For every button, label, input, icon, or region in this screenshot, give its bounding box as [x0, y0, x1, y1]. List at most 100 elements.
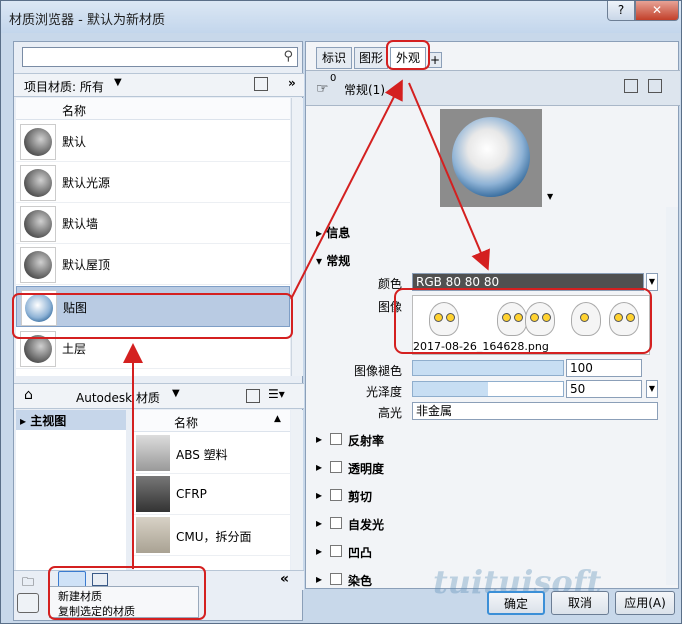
expand-icon[interactable]: » [288, 76, 296, 90]
glossiness-label: 光泽度 [365, 385, 402, 399]
transparency-checkbox[interactable] [330, 461, 342, 473]
asset-header: ☞ 0 常规(1) [306, 70, 680, 106]
section-label: 自发光 [348, 518, 385, 532]
material-name: CFRP [176, 487, 207, 501]
tint-checkbox[interactable] [330, 573, 342, 585]
material-name: 默认屋顶 [62, 258, 111, 272]
list-header: 名称 [16, 98, 290, 120]
cutout-checkbox[interactable] [330, 489, 342, 501]
list-item[interactable]: 土层 [16, 328, 290, 369]
column-header-name[interactable]: 名称 [174, 414, 198, 431]
material-name: 默认墙 [62, 217, 99, 231]
material-thumbnail [20, 165, 56, 201]
image-filename: 2017-08-26_164628.png [413, 340, 549, 353]
tree-item-label: 主视图 [30, 414, 67, 428]
material-list-panel: ⚲ 项目材质: 所有 ▼ » 名称 默认 默认光源 默认墙 默认屋顶 贴图 土层… [13, 41, 304, 621]
help-button[interactable]: ? [607, 1, 635, 21]
chevron-down-icon[interactable]: ▼ [172, 388, 180, 399]
project-filter-dropdown[interactable]: 项目材质: 所有 [24, 78, 104, 95]
image-fade-slider[interactable] [412, 360, 564, 376]
tab-appearance[interactable]: 外观 [390, 47, 426, 69]
view-toggle-icon[interactable] [254, 77, 268, 91]
section-cutout[interactable]: ▸ [316, 488, 322, 502]
editor-toggle-icon[interactable] [92, 573, 108, 586]
search-input[interactable]: ⚲ [22, 47, 298, 67]
duplicate-asset-icon[interactable] [648, 79, 662, 93]
project-material-list: 名称 默认 默认光源 默认墙 默认屋顶 贴图 土层 [16, 98, 290, 376]
scrollbar[interactable] [291, 410, 303, 570]
material-thumbnail [136, 476, 170, 512]
glossiness-slider[interactable] [412, 381, 564, 397]
section-info[interactable]: ▸ 信息 [316, 224, 350, 241]
menu-item-duplicate-material[interactable]: 复制选定的材质 [58, 603, 135, 619]
list-item[interactable]: CFRP [134, 474, 290, 515]
chevron-down-icon[interactable]: ▼ [547, 192, 553, 201]
image-thumbnail[interactable]: 2017-08-26_164628.png [412, 295, 650, 355]
scrollbar[interactable] [291, 98, 303, 376]
material-thumbnail [20, 247, 56, 283]
material-name: CMU，拆分面 [176, 530, 252, 544]
cancel-button[interactable]: 取消 [551, 591, 609, 615]
material-name: 默认 [62, 135, 87, 149]
sort-icon[interactable]: ▲ [274, 414, 281, 424]
menu-item-new-material[interactable]: 新建材质 [58, 588, 102, 604]
list-item[interactable]: 默认墙 [16, 203, 290, 244]
scrollbar[interactable] [666, 207, 678, 585]
collapse-icon[interactable]: « [280, 571, 289, 587]
section-label: 剪切 [348, 490, 373, 504]
library-path[interactable]: Autodesk 材质 [76, 389, 160, 406]
highlight-select[interactable]: 非金属 [412, 402, 658, 420]
section-reflectivity[interactable]: ▸ [316, 432, 322, 446]
project-materials-bar: 项目材质: 所有 ▼ » [14, 73, 304, 97]
section-bump[interactable]: ▸ [316, 544, 322, 558]
section-label: 染色 [348, 574, 373, 588]
list-item[interactable]: CMU，拆分面 [134, 515, 290, 556]
material-editor-panel: 标识 图形 外观 + ☞ 0 常规(1) ▼ ▸ 信息 ▾ 常规 颜色 RGB … [305, 41, 680, 589]
tab-graphics[interactable]: 图形 [354, 47, 388, 69]
reflectivity-checkbox[interactable] [330, 433, 342, 445]
tree-item-home[interactable]: ▸ 主视图 [16, 410, 126, 430]
material-name: 贴图 [63, 301, 88, 315]
image-label: 图像 [377, 300, 402, 314]
list-view-icon[interactable]: ☰▾ [268, 387, 285, 401]
list-item[interactable]: 默认光源 [16, 162, 290, 203]
material-name: 默认光源 [62, 176, 111, 190]
close-button[interactable]: ✕ [635, 1, 679, 21]
material-thumbnail [136, 435, 170, 471]
glossiness-field[interactable]: 50 [566, 380, 642, 398]
material-thumbnail [20, 124, 56, 160]
ok-button[interactable]: 确定 [487, 591, 545, 615]
image-fade-label: 图像褪色 [353, 364, 402, 378]
folder-icon[interactable]: 🗀 [22, 573, 34, 594]
tab-identity[interactable]: 标识 [316, 47, 352, 69]
list-item-selected[interactable]: 贴图 [16, 286, 290, 327]
material-preview[interactable] [440, 109, 542, 207]
section-general[interactable]: ▾ 常规 [316, 252, 350, 269]
title-bar: 材质浏览器 - 默认为新材质 ? ✕ [1, 1, 681, 33]
chevron-down-icon[interactable]: ▼ [646, 380, 658, 398]
section-transparency[interactable]: ▸ [316, 460, 322, 474]
chevron-down-icon[interactable]: ▼ [114, 77, 122, 88]
section-self-illumination[interactable]: ▸ [316, 516, 322, 530]
section-label: 常规 [326, 254, 351, 268]
section-label: 凹凸 [348, 546, 373, 560]
self-illumination-checkbox[interactable] [330, 517, 342, 529]
panel-toggle-icon[interactable] [246, 389, 260, 403]
library-bar: ⌂ Autodesk 材质 ▼ ☰▾ [14, 383, 304, 409]
list-item[interactable]: 默认屋顶 [16, 244, 290, 285]
replace-asset-icon[interactable] [624, 79, 638, 93]
search-icon[interactable]: ⚲ [283, 49, 293, 64]
library-settings-icon[interactable] [17, 593, 39, 613]
section-label: 透明度 [348, 462, 385, 476]
apply-button[interactable]: 应用(A) [615, 591, 675, 615]
home-icon[interactable]: ⌂ [24, 387, 33, 403]
color-field[interactable]: RGB 80 80 80 [412, 273, 644, 291]
add-tab-button[interactable]: + [428, 52, 442, 68]
image-fade-field[interactable]: 100 [566, 359, 642, 377]
column-header-name[interactable]: 名称 [62, 102, 86, 119]
section-tint[interactable]: ▸ [316, 572, 322, 586]
chevron-down-icon[interactable]: ▼ [646, 273, 658, 291]
list-item[interactable]: ABS 塑料 [134, 433, 290, 474]
list-item[interactable]: 默认 [16, 121, 290, 162]
bump-checkbox[interactable] [330, 545, 342, 557]
